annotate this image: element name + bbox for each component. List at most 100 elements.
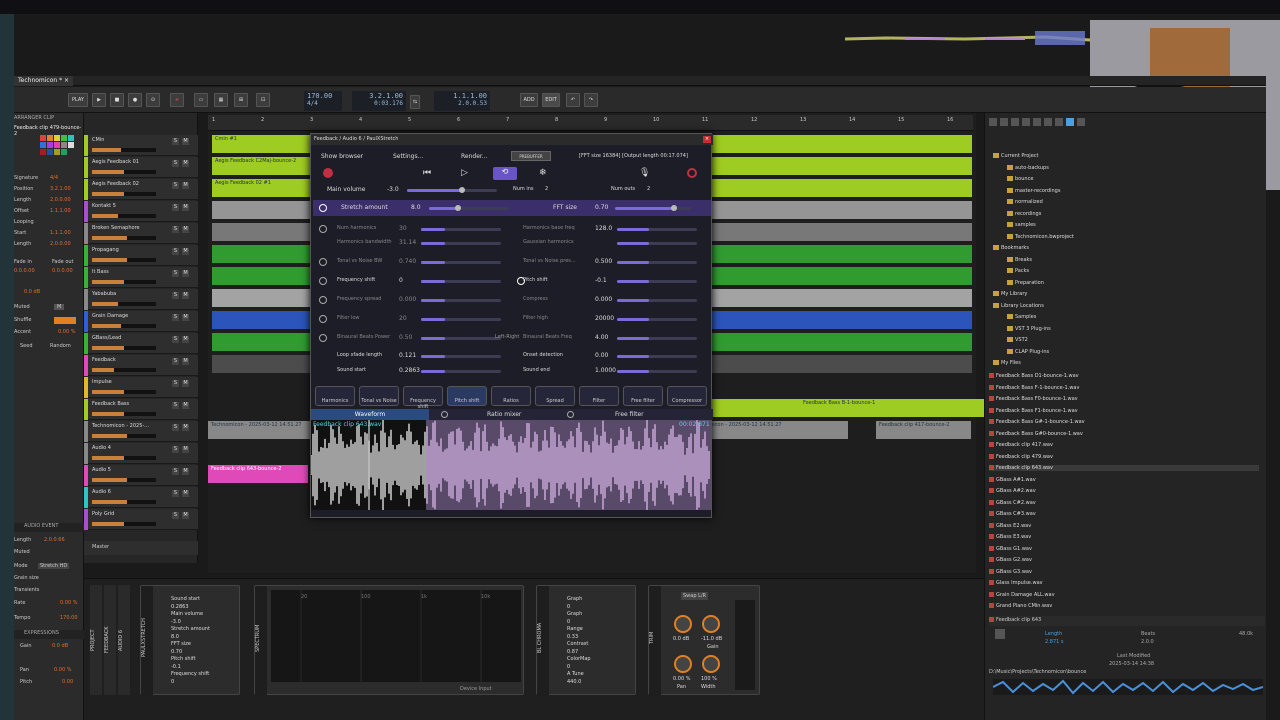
mute-button[interactable]: M [182, 270, 189, 277]
trim-pan-value[interactable]: 0.00 % [673, 676, 690, 682]
browser-folder[interactable]: CLAP Plug-ins [1007, 348, 1049, 355]
device-input-label[interactable]: Device Input [460, 686, 492, 692]
filter-high-slider[interactable] [617, 318, 697, 321]
power-icon[interactable] [319, 258, 327, 266]
browser-folder[interactable]: Library Locations [993, 302, 1044, 309]
stop-icon[interactable]: ■ [110, 93, 124, 107]
solo-button[interactable]: S [172, 468, 179, 475]
track-volume-meter[interactable] [92, 500, 156, 504]
binaural-freq-value[interactable]: 4.00 [595, 334, 608, 341]
record-icon[interactable] [323, 168, 333, 178]
browser-folder[interactable]: normalized [1007, 199, 1043, 205]
tempo-display[interactable]: 170.00 4/4 [304, 91, 342, 111]
device-param[interactable]: 0.2863 [171, 604, 189, 610]
num-outs-value[interactable]: 2 [647, 186, 650, 192]
module-toggle[interactable]: Spread [535, 386, 575, 406]
module-toggle[interactable]: Pitch shift [447, 386, 487, 406]
shuffle-row[interactable]: Shuffle [14, 317, 84, 326]
track-volume-meter[interactable] [92, 214, 156, 218]
inspector-row-value[interactable]: 1.1.1.00 [50, 208, 71, 214]
track-header[interactable]: Grain Damage S M [84, 311, 198, 332]
mute-button[interactable]: M [182, 248, 189, 255]
play-icon[interactable]: ▶ [92, 93, 106, 107]
pitch-shift-value[interactable]: -0.1 [595, 277, 607, 284]
inspector-row-value[interactable]: 4/4 [50, 175, 58, 181]
solo-button[interactable]: S [172, 424, 179, 431]
module-toggle[interactable]: Compressor [667, 386, 707, 406]
track-volume-meter[interactable] [92, 192, 156, 196]
trim-width-value[interactable]: 100 % [701, 676, 717, 682]
solo-button[interactable]: S [172, 138, 179, 145]
browser-folder[interactable]: master-recordings [1007, 187, 1060, 194]
trim-gain-value[interactable]: -11.0 dB [701, 636, 722, 642]
track-name[interactable]: Poly Grid [92, 511, 114, 517]
record-icon[interactable]: ● [128, 93, 142, 107]
tab-waveform[interactable]: Waveform [311, 409, 429, 420]
browser-folder[interactable]: samples [1007, 222, 1036, 228]
power-icon[interactable] [319, 277, 327, 285]
device-param[interactable]: 0.87 [567, 649, 578, 655]
solo-button[interactable]: S [172, 446, 179, 453]
tonal-preserve-slider[interactable] [617, 261, 697, 264]
power-icon[interactable] [567, 411, 574, 418]
track-name[interactable]: Audio 6 [92, 489, 111, 495]
master-track[interactable]: Master [84, 541, 198, 555]
track-name[interactable]: GBass/Lead [92, 335, 121, 341]
num-ins-value[interactable]: 2 [545, 186, 548, 192]
solo-button[interactable]: S [172, 248, 179, 255]
power-icon[interactable] [441, 411, 448, 418]
mute-button[interactable]: M [182, 424, 189, 431]
mute-button[interactable]: M [182, 402, 189, 409]
mute-button[interactable]: M [182, 160, 189, 167]
freeze-icon[interactable]: ❄ [539, 168, 547, 178]
loop-xfade-slider[interactable] [421, 355, 501, 358]
clip-name[interactable]: Feedback clip 479-bounce-2 [14, 125, 84, 137]
sound-start-slider[interactable] [421, 370, 501, 373]
track-header[interactable]: Poly Grid S M [84, 509, 198, 530]
track-volume-meter[interactable] [92, 346, 156, 350]
track-header[interactable]: Kontakt 5 SM [84, 201, 198, 222]
solo-button[interactable]: S [172, 490, 179, 497]
chain-label[interactable]: FEEDBACK [104, 585, 116, 695]
solo-button[interactable]: S [172, 358, 179, 365]
browser-file[interactable]: GBass A#1.wav [989, 476, 1259, 483]
clip-launcher-icon[interactable]: ⊡ [256, 93, 270, 107]
inspector-row[interactable]: Start 1.1.1.00 [14, 230, 84, 239]
loop-icon[interactable]: ⟲ [493, 167, 517, 180]
browser-folder[interactable]: auto-backups [1007, 164, 1049, 171]
ae-muted-row[interactable]: Muted [14, 549, 84, 558]
color-palette[interactable] [40, 135, 80, 155]
inspector-row-value[interactable]: 3.2.1.00 [50, 186, 71, 192]
edit-button[interactable]: EDIT [542, 93, 560, 107]
fft-slider[interactable] [615, 205, 691, 211]
muted-row[interactable]: Muted M [14, 304, 84, 313]
fade-values[interactable]: 0.0.0.00 0.0.0.00 [14, 268, 84, 277]
accent-row[interactable]: Accent 0.00 % [14, 329, 84, 338]
sound-start-value[interactable]: 0.2863 [399, 367, 420, 374]
binaural-mode-select[interactable]: Left-Right [495, 334, 519, 340]
track-volume-meter[interactable] [92, 170, 156, 174]
browser-file[interactable]: GBass A#2.wav [989, 488, 1259, 494]
prebuffer-button[interactable]: PREBUFFER [511, 151, 551, 161]
expr-pitch-row[interactable]: Pitch 0.00 [14, 679, 84, 688]
solo-button[interactable]: S [172, 314, 179, 321]
browser-file[interactable]: Grain Damage ALL.wav [989, 591, 1259, 598]
binaural-power-value[interactable]: 0.50 [399, 334, 412, 341]
preview-play-icon[interactable] [995, 629, 1005, 639]
track-volume-meter[interactable] [92, 280, 156, 284]
track-header[interactable]: Feedback Bass S M [84, 399, 198, 420]
device-param[interactable]: -3.0 [171, 619, 181, 625]
mute-button[interactable]: M [182, 204, 189, 211]
track-header[interactable]: Feedback S M [84, 355, 198, 376]
track-header[interactable]: Propagang S M [84, 245, 198, 266]
inspector-row[interactable]: Signature 4/4 [14, 175, 84, 184]
track-volume-meter[interactable] [92, 324, 156, 328]
browser-file[interactable]: Feedback Bass G#0-bounce-1.wav [989, 430, 1259, 437]
expr-gain-row[interactable]: Gain 0.0 dB [14, 643, 84, 652]
solo-button[interactable]: S [172, 160, 179, 167]
solo-button[interactable]: S [172, 402, 179, 409]
track-header[interactable]: Aegis Feedback 02 S M [84, 179, 198, 200]
arranger-clip[interactable]: Feedback clip 643-bounce-2 [208, 465, 308, 483]
track-name[interactable]: Broken Semaphore [92, 225, 140, 231]
track-volume-meter[interactable] [92, 368, 156, 372]
